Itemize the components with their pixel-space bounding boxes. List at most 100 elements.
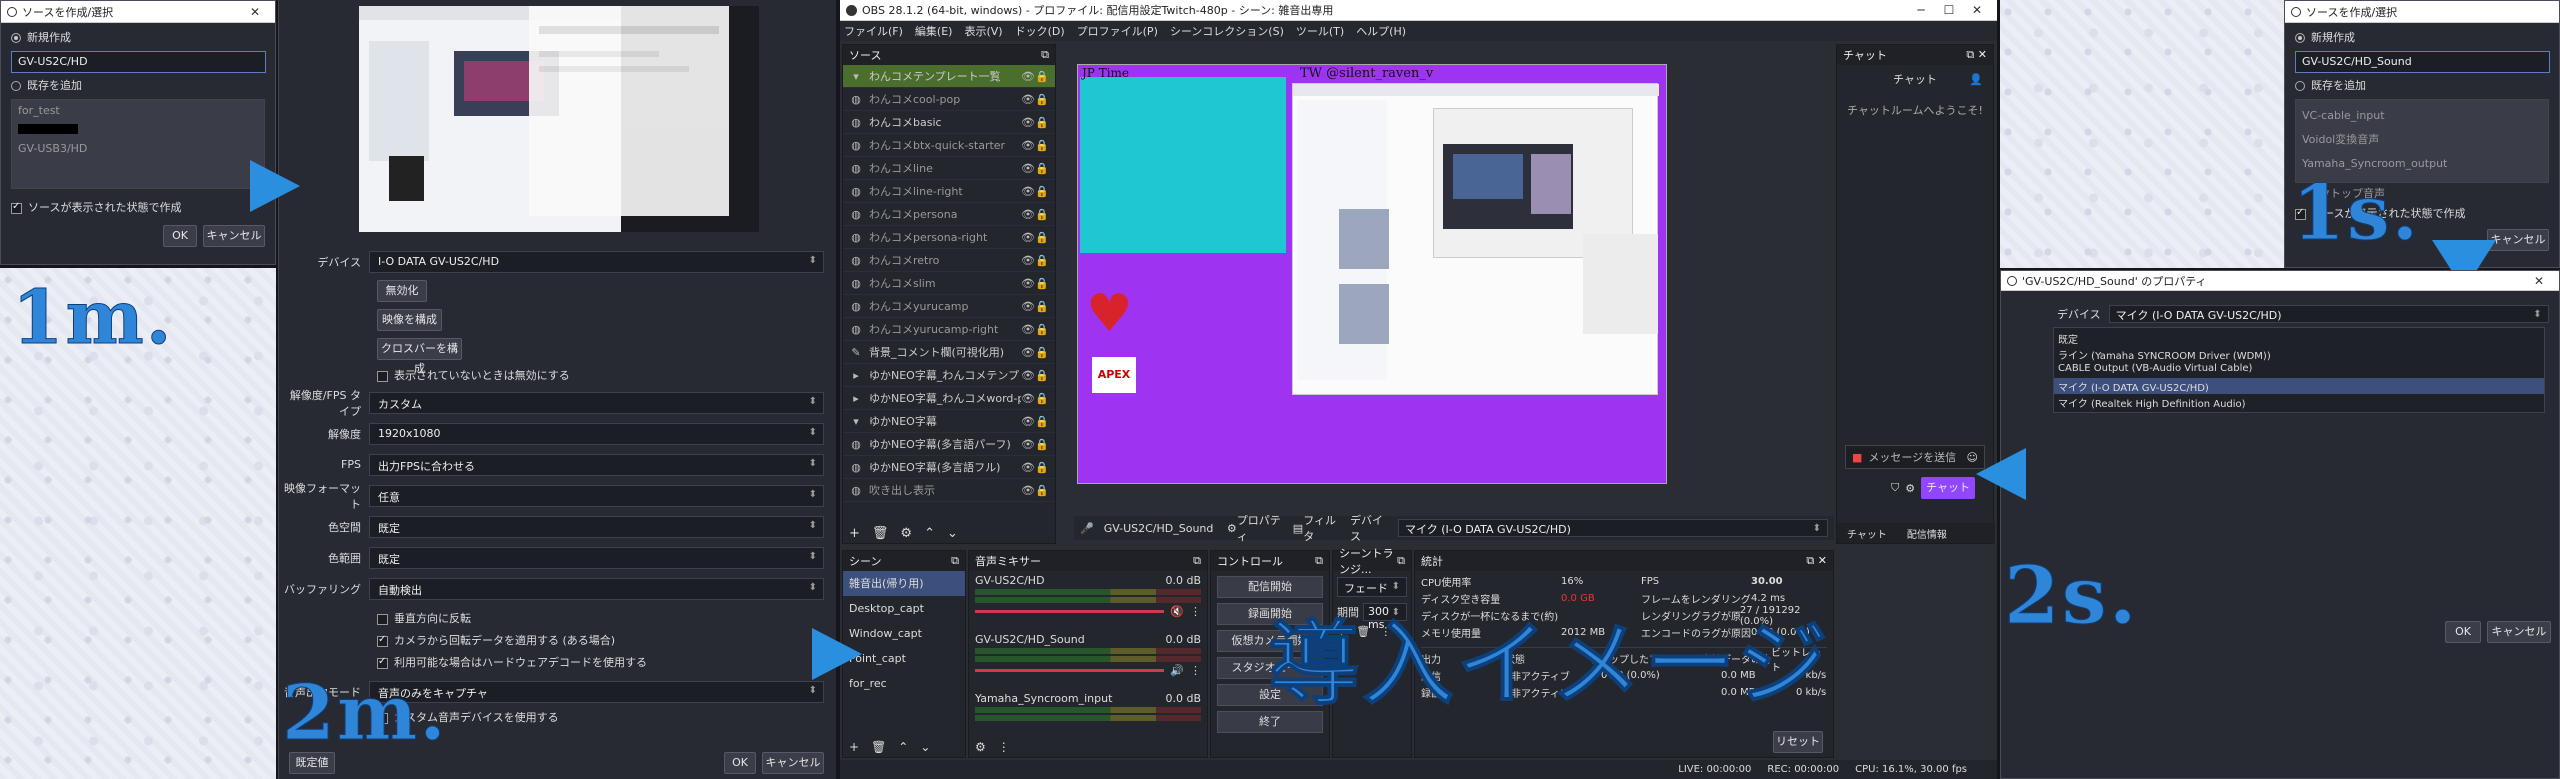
dock-close-icon[interactable]: ⧉ ✕ bbox=[1966, 48, 1987, 62]
buffering-select[interactable]: 自動検出 bbox=[369, 577, 824, 600]
settings-icon[interactable]: ⚙ bbox=[1905, 482, 1915, 495]
properties-button[interactable]: ⚙ プロパティ bbox=[1227, 512, 1283, 544]
lock-icon[interactable]: 🔒 bbox=[1035, 139, 1049, 152]
menu-tools[interactable]: ツール(T) bbox=[1296, 23, 1344, 39]
add-existing-radio[interactable]: 既存を追加 bbox=[11, 77, 265, 95]
color-range-select[interactable]: 既定 bbox=[369, 546, 824, 569]
source-item[interactable]: ◍ わんコメslim 👁 🔒 bbox=[843, 272, 1055, 295]
filter-icon[interactable]: ⛉ bbox=[1891, 481, 1899, 495]
lock-icon[interactable]: 🔒 bbox=[1035, 369, 1049, 382]
add-existing-radio[interactable]: 既存を追加 bbox=[2295, 77, 2549, 95]
eye-icon[interactable]: 👁 bbox=[1021, 93, 1035, 106]
eye-icon[interactable]: 👁 bbox=[1021, 231, 1035, 244]
source-item[interactable]: ◍ わんコメyurucamp-right 👁 🔒 bbox=[843, 318, 1055, 341]
menu-scene-collection[interactable]: シーンコレクション(S) bbox=[1170, 23, 1284, 39]
eye-icon[interactable]: 👁 bbox=[1021, 300, 1035, 313]
visible-checkbox[interactable]: ソースが表示された状態で作成 bbox=[11, 199, 265, 215]
eye-icon[interactable]: 👁 bbox=[1021, 162, 1035, 175]
close-icon[interactable]: ✕ bbox=[2525, 274, 2553, 288]
minimize-icon[interactable]: ─ bbox=[1907, 3, 1935, 17]
speaker-icon[interactable]: 🔊 bbox=[1170, 664, 1184, 677]
lock-icon[interactable]: 🔒 bbox=[1035, 392, 1049, 405]
list-item[interactable]: Voidol変換音声 bbox=[2302, 128, 2542, 152]
device-select[interactable]: I-O DATA GV-US2C/HD bbox=[369, 250, 824, 273]
source-item[interactable]: ◍ ゆかNEO字幕(多言語パーフ) 👁 🔒 bbox=[843, 433, 1055, 456]
ok-button[interactable]: OK bbox=[163, 225, 197, 247]
list-item[interactable]: VC-cable_input bbox=[2302, 104, 2542, 128]
lock-icon[interactable]: 🔒 bbox=[1035, 438, 1049, 451]
menu-edit[interactable]: 編集(E) bbox=[915, 23, 953, 39]
source-item[interactable]: ◍ わんコメretro 👁 🔒 bbox=[843, 249, 1055, 272]
source-item[interactable]: ◍ わんコメpersona-right 👁 🔒 bbox=[843, 226, 1055, 249]
rotation-checkbox[interactable]: カメラから回転データを適用する (ある場合) bbox=[377, 632, 824, 650]
source-item[interactable]: ▸ ゆかNEO字幕_わんコメword-pa 👁 🔒 bbox=[843, 387, 1055, 410]
lock-icon[interactable]: 🔒 bbox=[1035, 162, 1049, 175]
lock-icon[interactable]: 🔒 bbox=[1035, 415, 1049, 428]
menu-file[interactable]: ファイル(F) bbox=[844, 23, 903, 39]
color-space-select[interactable]: 既定 bbox=[369, 515, 824, 538]
dropdown-option[interactable]: ライン (Yamaha SYNCROOM Driver (WDM)) bbox=[2054, 346, 2544, 362]
volume-slider[interactable] bbox=[975, 669, 1165, 672]
disable-button[interactable]: 無効化 bbox=[377, 280, 427, 302]
source-item[interactable]: ✎ 背景_コメント欄(可視化用) 👁 🔒 bbox=[843, 341, 1055, 364]
lock-icon[interactable]: 🔒 bbox=[1035, 231, 1049, 244]
menu-profile[interactable]: プロファイル(P) bbox=[1077, 23, 1158, 39]
list-item[interactable]: for_test bbox=[18, 104, 258, 120]
source-item[interactable]: ◍ ゆかNEO字幕(多言語フル) 👁 🔒 bbox=[843, 456, 1055, 479]
dropdown-option[interactable]: CABLE Output (VB-Audio Virtual Cable) bbox=[2054, 362, 2544, 378]
deactivate-checkbox[interactable]: 表示されていないときは無効にする bbox=[377, 367, 824, 383]
eye-icon[interactable]: 👁 bbox=[1021, 346, 1035, 359]
dock-float-icon[interactable]: ⧉ bbox=[1397, 554, 1405, 568]
move-up-icon[interactable]: ⌃ bbox=[898, 740, 908, 754]
trash-icon[interactable]: 🗑 bbox=[871, 740, 886, 754]
source-item[interactable]: ◍ わんコメbasic 👁 🔒 bbox=[843, 111, 1055, 134]
move-down-icon[interactable]: ⌄ bbox=[920, 740, 930, 754]
res-fps-type-select[interactable]: カスタム bbox=[369, 391, 824, 414]
source-item[interactable]: ◍ わんコメcool-pop 👁 🔒 bbox=[843, 88, 1055, 111]
add-icon[interactable]: + bbox=[849, 526, 860, 541]
chat-send-button[interactable]: チャット bbox=[1921, 477, 1976, 499]
source-item[interactable]: ◍ 吹き出し表示 👁 🔒 bbox=[843, 479, 1055, 502]
video-format-select[interactable]: 任意 bbox=[369, 484, 824, 507]
tab-chat[interactable]: チャット bbox=[1837, 526, 1897, 541]
create-new-radio[interactable]: 新規作成 bbox=[11, 29, 265, 47]
eye-icon[interactable]: 👁 bbox=[1021, 392, 1035, 405]
dock-float-icon[interactable]: ⧉ bbox=[1193, 554, 1201, 568]
group-icon[interactable]: ▾ bbox=[849, 70, 863, 83]
lock-icon[interactable]: 🔒 bbox=[1035, 346, 1049, 359]
gear-icon[interactable]: ⚙ bbox=[900, 526, 912, 541]
group-icon[interactable]: ▸ bbox=[849, 392, 863, 405]
dock-close-icon[interactable]: ⧉ ✕ bbox=[1806, 554, 1827, 568]
cancel-button[interactable]: キャンセル bbox=[2487, 229, 2549, 251]
source-name-input[interactable]: GV-US2C/HD bbox=[11, 51, 266, 73]
source-item[interactable]: ◍ わんコメyurucamp 👁 🔒 bbox=[843, 295, 1055, 318]
lock-icon[interactable]: 🔒 bbox=[1035, 323, 1049, 336]
list-item[interactable]: GV-USB3/HD bbox=[18, 142, 258, 158]
dock-float-icon[interactable]: ⧉ bbox=[1315, 554, 1323, 568]
ok-button[interactable]: OK bbox=[2445, 621, 2481, 643]
source-item[interactable]: ◍ わんコメline-right 👁 🔒 bbox=[843, 180, 1055, 203]
trash-icon[interactable]: 🗑 bbox=[872, 526, 889, 541]
source-item[interactable]: ◍ わんコメpersona 👁 🔒 bbox=[843, 203, 1055, 226]
existing-source-list[interactable]: for_test GV-USB3/HD bbox=[11, 99, 265, 189]
eye-icon[interactable]: 👁 bbox=[1021, 438, 1035, 451]
source-item[interactable]: ◍ わんコメbtx-quick-starter 👁 🔒 bbox=[843, 134, 1055, 157]
kebab-menu-icon[interactable]: ⋮ bbox=[998, 740, 1010, 754]
dropdown-option[interactable]: 既定 bbox=[2054, 330, 2544, 346]
lock-icon[interactable]: 🔒 bbox=[1035, 277, 1049, 290]
device-select[interactable]: マイク (I-O DATA GV-US2C/HD) bbox=[2108, 305, 2549, 323]
close-icon[interactable]: ✕ bbox=[1963, 3, 1991, 17]
scene-item[interactable]: Desktop_capt bbox=[843, 596, 965, 621]
create-new-radio[interactable]: 新規作成 bbox=[2295, 29, 2549, 47]
menu-dock[interactable]: ドック(D) bbox=[1015, 23, 1065, 39]
ok-button[interactable]: OK bbox=[724, 752, 756, 774]
move-up-icon[interactable]: ⌃ bbox=[924, 526, 935, 541]
close-icon[interactable]: ✕ bbox=[241, 5, 269, 19]
lock-icon[interactable]: 🔒 bbox=[1035, 208, 1049, 221]
users-icon[interactable]: 👤 bbox=[1969, 73, 1983, 86]
eye-icon[interactable]: 👁 bbox=[1021, 461, 1035, 474]
kebab-menu-icon[interactable]: ⋮ bbox=[1190, 605, 1201, 618]
cancel-button[interactable]: キャンセル bbox=[2487, 621, 2551, 643]
device-select[interactable]: マイク (I-O DATA GV-US2C/HD) bbox=[1397, 519, 1828, 537]
gear-icon[interactable]: ⚙ bbox=[975, 740, 986, 754]
